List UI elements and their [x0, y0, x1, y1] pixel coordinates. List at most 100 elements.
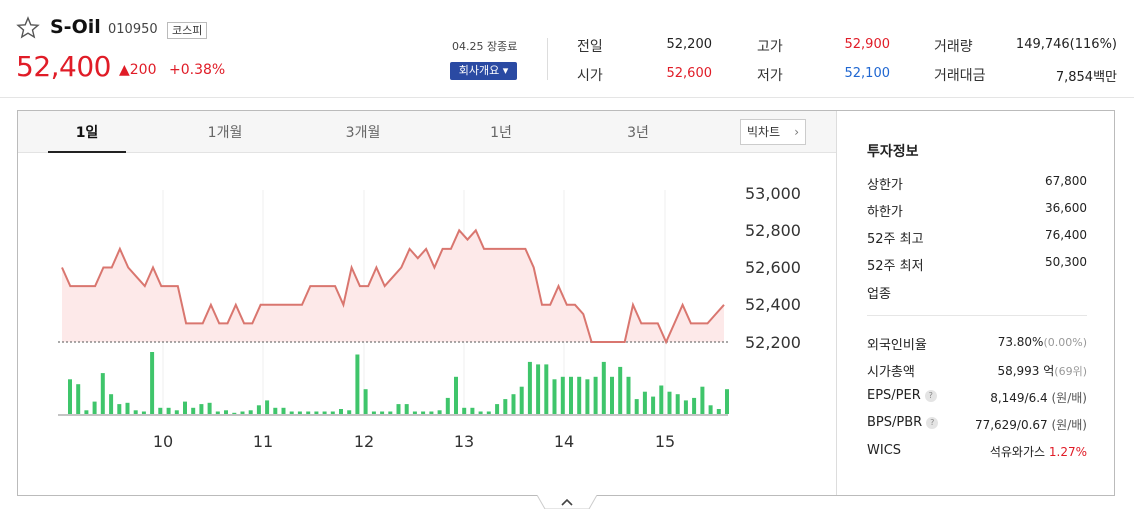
volume-bar [511, 394, 516, 414]
volume-bar [199, 404, 204, 414]
volume-bar [667, 391, 672, 414]
volume-bar [626, 376, 631, 414]
volume-bar [92, 401, 97, 414]
x-tick-label: 14 [553, 432, 575, 451]
volume-bar [297, 411, 302, 414]
volume-bar [133, 410, 138, 414]
x-tick-label: 13 [453, 432, 475, 451]
market-cap-rank: (69위) [1054, 365, 1087, 378]
x-tick-label: 15 [654, 432, 676, 451]
low-52w-label: 52주 최저 [867, 259, 924, 274]
bps-pbr-unit: (원/배) [1047, 418, 1088, 432]
eps-per-label: EPS/PER? [867, 388, 937, 403]
lower-limit-label: 하한가 [867, 205, 903, 220]
volume-bar [421, 411, 426, 414]
volume-bar [240, 411, 245, 414]
wics-label: WICS [867, 443, 902, 458]
x-tick-label: 10 [152, 432, 174, 451]
eps-per-unit: (원/배) [1047, 391, 1088, 405]
volume-bar [651, 396, 656, 414]
volume-bar [404, 404, 409, 414]
bps-pbr-value: 77,629/0.67 [974, 418, 1048, 432]
high-52w-value: 76,400 [1045, 228, 1087, 242]
volume-bar [174, 410, 179, 414]
side-divider [836, 111, 837, 495]
volume-bar [306, 411, 311, 414]
help-icon[interactable]: ? [924, 390, 937, 402]
wics-sector[interactable]: 석유와가스 [990, 445, 1045, 459]
volume-bar [577, 376, 582, 414]
volume-bar [544, 364, 549, 414]
eps-per: 8,149/6.4 (원/배) [990, 389, 1087, 406]
price-chart [58, 190, 729, 416]
volume-bar [100, 373, 105, 414]
volume-bars [68, 352, 729, 414]
bps-pbr: 77,629/0.67 (원/배) [975, 416, 1087, 433]
volume-bar [683, 400, 688, 414]
volume-bar [339, 409, 343, 414]
volume-bar [248, 410, 253, 414]
bps-pbr-label: BPS/PBR? [867, 415, 939, 430]
volume-value: 149,746(116%) [1015, 37, 1117, 52]
volume-bar [371, 411, 376, 414]
volume-bar [708, 405, 713, 414]
volume-bar [503, 399, 508, 414]
volume-bar [552, 379, 557, 414]
volume-bar [232, 412, 237, 414]
volume-bar [84, 410, 89, 414]
volume-bar [330, 411, 335, 414]
volume-bar [166, 407, 171, 414]
market-cap-label: 시가총액 [867, 365, 915, 380]
volume-bar [388, 411, 393, 414]
help-icon[interactable]: ? [926, 417, 939, 429]
volume-label: 거래량 [934, 39, 973, 55]
x-tick-label: 11 [252, 432, 274, 451]
volume-bar [191, 407, 196, 414]
volume-bar [454, 376, 458, 414]
info-divider [867, 315, 1087, 316]
volume-bar [224, 410, 228, 414]
eps-per-value: 8,149/6.4 [990, 391, 1048, 405]
x-tick-label: 12 [353, 432, 375, 451]
y-tick-label: 52,800 [745, 221, 801, 240]
volume-bar [478, 411, 483, 414]
collapse-toggle[interactable] [537, 495, 597, 509]
volume-bar [486, 411, 491, 414]
volume-bar [347, 410, 352, 414]
volume-bar [700, 386, 705, 414]
volume-bar [618, 366, 623, 414]
volume-bar [601, 361, 606, 414]
y-tick-label: 52,200 [745, 333, 801, 352]
volume-bar [256, 405, 261, 414]
volume-bar [158, 407, 163, 414]
volume-bar [273, 407, 278, 414]
low-52w-value: 50,300 [1045, 255, 1087, 269]
volume-bar [692, 397, 697, 414]
volume-bar [462, 407, 467, 414]
volume-bar [215, 411, 220, 414]
volume-bar [437, 410, 442, 414]
volume-bar [141, 411, 146, 414]
volume-bar [380, 411, 385, 414]
upper-limit-value: 67,800 [1045, 174, 1087, 188]
volume-bar [495, 404, 500, 414]
high-52w-label: 52주 최고 [867, 232, 924, 247]
volume-bar [642, 391, 647, 414]
volume-bar [519, 386, 524, 414]
volume-bar [560, 376, 565, 414]
volume-bar [281, 407, 286, 414]
wics[interactable]: 석유와가스 1.27% [990, 443, 1087, 460]
volume-bar [289, 411, 294, 414]
market-cap-value: 58,993 억 [997, 364, 1055, 378]
volume-bar [470, 407, 475, 414]
volume-bar [412, 411, 417, 414]
foreign-ratio-change: (0.00%) [1043, 336, 1087, 349]
volume-bar [322, 411, 327, 414]
volume-bar [527, 361, 532, 414]
y-tick-label: 53,000 [745, 184, 801, 203]
volume-bar [207, 402, 212, 414]
foreign-ratio: 73.80%(0.00%) [998, 335, 1087, 349]
lower-limit-value: 36,600 [1045, 201, 1087, 215]
volume-bar [716, 409, 721, 414]
bps-pbr-label-text: BPS/PBR [867, 415, 923, 430]
